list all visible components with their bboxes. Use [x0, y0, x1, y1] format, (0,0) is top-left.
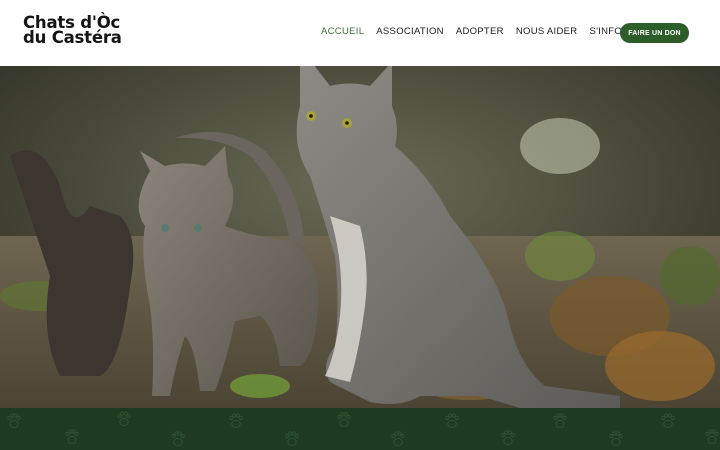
- cats-photo: [0, 66, 720, 408]
- site-header: Chats d'Òc du Castéra ACCUEIL ASSOCIATIO…: [0, 0, 720, 66]
- nav-item-accueil[interactable]: ACCUEIL: [321, 26, 364, 37]
- hero-image: [0, 66, 720, 408]
- footer-band: [0, 408, 720, 450]
- site-logo[interactable]: Chats d'Òc du Castéra: [23, 14, 122, 47]
- logo-line-2: du Castéra: [23, 28, 122, 47]
- nav-item-adopter[interactable]: ADOPTER: [456, 26, 504, 37]
- nav-item-nous-aider[interactable]: NOUS AIDER: [516, 26, 578, 37]
- nav-item-association[interactable]: ASSOCIATION: [376, 26, 444, 37]
- main-nav: ACCUEIL ASSOCIATION ADOPTER NOUS AIDER S…: [321, 26, 663, 37]
- donate-button[interactable]: FAIRE UN DON: [620, 23, 689, 43]
- paw-print-icon: [7, 411, 719, 447]
